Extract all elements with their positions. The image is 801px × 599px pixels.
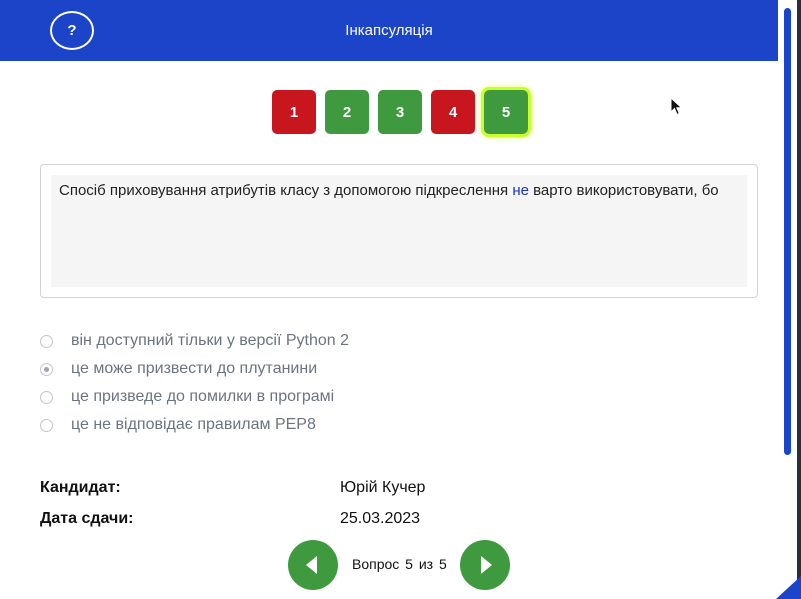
answer-option[interactable]: це призведе до помилки в програмі: [40, 383, 740, 411]
radio-button[interactable]: [40, 390, 53, 404]
radio-button[interactable]: [40, 418, 53, 432]
answer-option-label: це може призвести до плутанини: [71, 360, 318, 377]
resize-corner[interactable]: [776, 576, 801, 599]
question-text-end: варто використовувати, бо: [528, 182, 719, 199]
question-3-button[interactable]: 3: [378, 90, 422, 134]
candidate-value: Юрій Кучер: [340, 479, 426, 496]
question-keyword: не: [512, 182, 529, 199]
scrollbar-thumb[interactable]: [784, 8, 791, 455]
previous-button[interactable]: [288, 540, 338, 590]
answer-option-label: він доступний тільки у версії Python 2: [71, 332, 349, 349]
date-label: Дата сдачи:: [40, 510, 134, 527]
answer-option-label: це призведе до помилки в програмі: [71, 388, 335, 405]
question-text-start: Спосіб приховування атрибутів класу з до…: [59, 182, 513, 199]
arrow-left-icon: [306, 556, 317, 574]
answer-option[interactable]: він доступний тільки у версії Python 2: [40, 327, 740, 355]
question-box: Спосіб приховування атрибутів класу з до…: [40, 164, 758, 298]
radio-button[interactable]: [40, 334, 53, 348]
answer-option[interactable]: це не відповідає правилам PEP8: [40, 411, 740, 439]
next-button[interactable]: [460, 540, 510, 590]
question-text: Спосіб приховування атрибутів класу з до…: [51, 175, 747, 287]
candidate-label: Кандидат:: [40, 479, 121, 496]
question-1-button[interactable]: 1: [272, 90, 316, 134]
answer-option[interactable]: це може призвести до плутанини: [40, 355, 740, 383]
mouse-pointer-icon: [670, 97, 683, 116]
quiz-window: Інкапсуляція ? 1 2 3 4 5 Спосіб приховув…: [0, 0, 801, 599]
date-value: 25.03.2023: [340, 510, 421, 527]
help-button[interactable]: ?: [50, 11, 94, 50]
arrow-right-icon: [481, 556, 492, 574]
question-2-button[interactable]: 2: [325, 90, 369, 134]
question-4-button[interactable]: 4: [431, 90, 475, 134]
header-bar: Інкапсуляція ?: [0, 0, 778, 61]
answer-option-label: це не відповідає правилам PEP8: [71, 416, 316, 433]
answer-options: він доступний тільки у версії Python 2 ц…: [40, 327, 740, 439]
page-title: Інкапсуляція: [345, 22, 433, 39]
question-counter: Вопрос 5 из 5: [352, 556, 447, 572]
question-5-button[interactable]: 5: [481, 87, 531, 137]
radio-button-selected[interactable]: [40, 362, 53, 376]
